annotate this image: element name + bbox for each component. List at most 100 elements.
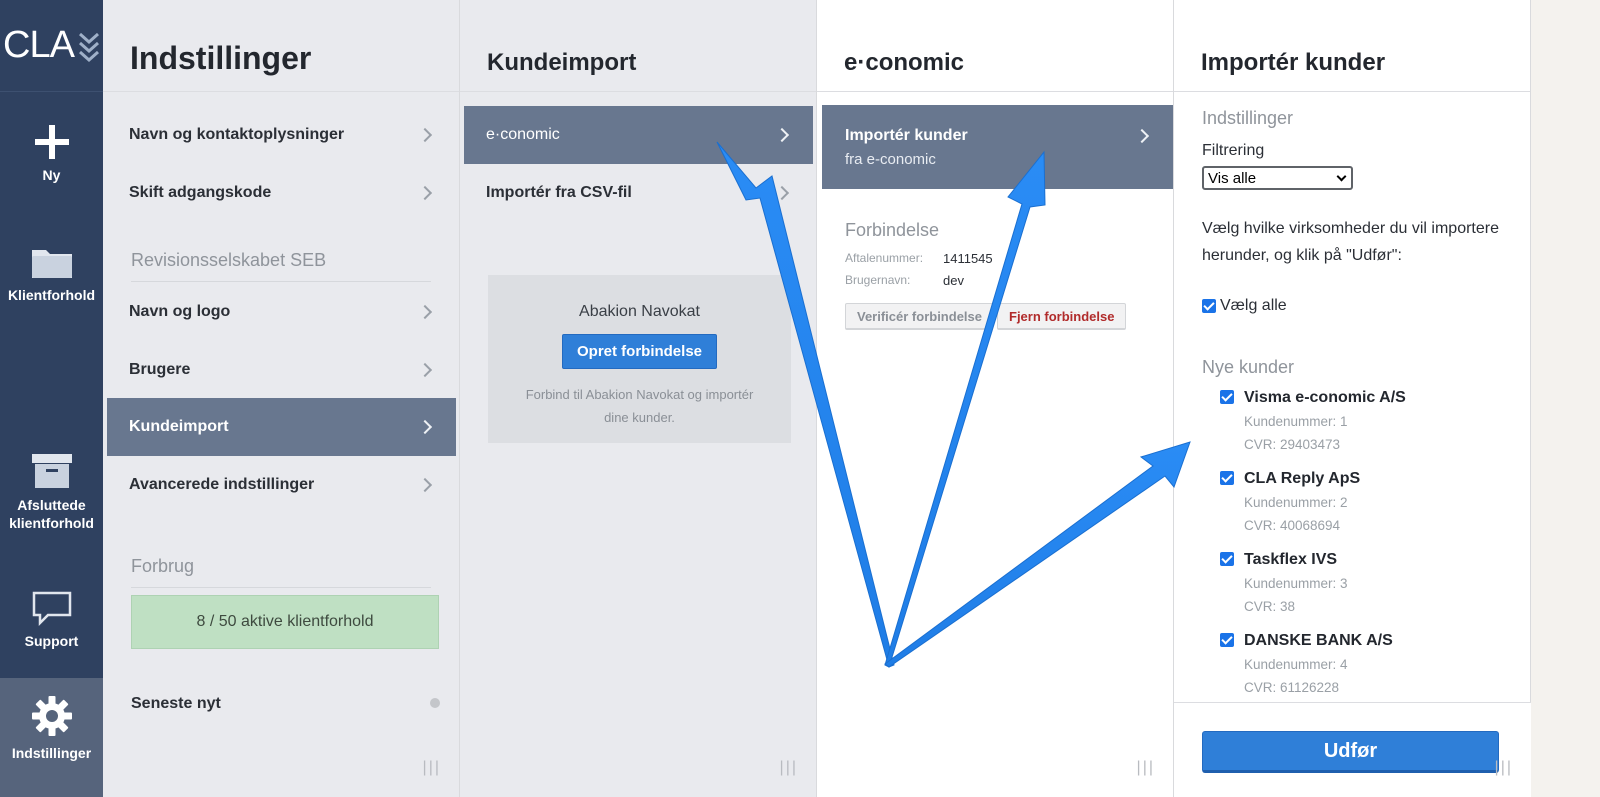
menu-label: e·conomic [486,126,560,143]
menu-label: Navn og logo [129,303,231,320]
import-footer: Udfør ||| [1174,702,1531,797]
settings-item-name-logo[interactable]: Navn og logo [107,283,456,341]
customer-cvr: CVR: 29403473 [1244,437,1341,452]
customer-checkbox[interactable] [1220,552,1234,566]
select-all-checkbox[interactable] [1202,299,1216,313]
customer-cvr: CVR: 61126228 [1244,680,1340,695]
rail-item-new[interactable]: Ny [0,124,103,184]
settings-item-password[interactable]: Skift adgangskode [107,164,456,222]
plus-icon [34,125,69,159]
select-all-label: Vælg alle [1220,297,1287,314]
navokat-title: Abakion Navokat [579,303,700,320]
customer-item: Visma e-conomic A/S Kundenummer: 1 CVR: … [1244,389,1406,453]
settings-column: Indstillinger Navn og kontaktoplysninger… [103,0,460,797]
rail-label-clients: Klientforhold [7,287,96,303]
chevron-right-icon [417,477,433,493]
rail-label-support: Support [24,633,79,649]
latest-news-link[interactable]: Seneste nyt [131,695,221,713]
import-title: Kundeimport [460,0,816,92]
filter-select[interactable]: Vis alle [1202,166,1353,190]
menu-label: Kundeimport [129,418,229,435]
import-customers-scroll-area[interactable]: Indstillinger Filtrering Vis alle Vælg h… [1174,92,1531,702]
customer-checkbox[interactable] [1220,390,1234,404]
chevron-down-icon [1336,171,1347,182]
customer-number: Kundenummer: 3 [1244,576,1348,591]
import-item-csv[interactable]: Importér fra CSV-fil [464,164,813,222]
new-customers-section-label: Nye kunder [1202,357,1295,377]
agreement-row: Aftalenummer: 1411545 [845,251,993,266]
gear-icon [31,696,72,736]
import-customers-item[interactable]: Importér kunder fra e-conomic [822,105,1173,189]
settings-item-advanced[interactable]: Avancerede indstillinger [107,456,456,514]
resize-grip-icon[interactable]: ||| [780,759,798,777]
rail-label-new: Ny [42,167,61,183]
logo-text: CLA [3,24,75,66]
customer-cvr: CVR: 38 [1244,599,1296,614]
chevron-right-icon [417,419,433,435]
chevron-right-icon [774,127,790,143]
import-item-economic[interactable]: e·conomic [464,106,813,164]
import-instructions: Vælg hvilke virksomheder du vil importer… [1202,220,1499,264]
filter-value: Vis alle [1208,170,1257,187]
agreement-label: Aftalenummer: [845,251,924,265]
import-column: Kundeimport e·conomic Importér fra CSV-f… [460,0,817,797]
menu-label: Skift adgangskode [129,184,272,201]
chevron-right-icon [774,185,790,201]
remove-connection-button[interactable]: Fjern forbindelse [997,303,1127,330]
rail-item-clients[interactable]: Klientforhold [0,244,103,304]
rail-label-settings: Indstillinger [11,745,92,761]
menu-label: Importér fra CSV-fil [486,184,632,201]
rail-label-closed-clients: Afsluttede klientforhold [9,497,94,531]
navokat-card: Abakion Navokat Opret forbindelse Forbin… [488,275,791,443]
settings-title: Indstillinger [103,0,459,92]
navokat-description: Forbind til Abakion Navokat og importér … [525,387,754,425]
verify-connection-button[interactable]: Verificér forbindelse [845,303,993,330]
customer-number: Kundenummer: 1 [1244,414,1348,429]
import-customers-title: Importér kunder [1174,0,1530,92]
connection-section-label: Forbindelse [845,220,940,240]
usage-indicator: 8 / 50 aktive klientforhold [131,595,439,649]
item-line2: fra e-conomic [845,151,936,168]
chat-bubble-icon [32,591,71,626]
chevron-right-icon [417,185,433,201]
settings-item-users[interactable]: Brugere [107,341,456,399]
customer-checkbox[interactable] [1220,471,1234,485]
chevron-right-icon [417,127,433,143]
rail-item-support[interactable]: Support [0,590,103,650]
rail-item-settings[interactable]: Indstillinger [0,678,103,797]
settings-section-label: Indstillinger [1202,108,1294,128]
customer-number: Kundenummer: 2 [1244,495,1348,510]
settings-item-customer-import[interactable]: Kundeimport [107,398,456,456]
resize-grip-icon[interactable]: ||| [423,759,441,777]
username-value: dev [943,273,964,288]
menu-label: Navn og kontaktoplysninger [129,126,345,143]
customer-item: CLA Reply ApS Kundenummer: 2 CVR: 400686… [1244,470,1360,534]
menu-label: Brugere [129,361,191,378]
nav-rail: CLA Ny Klientforhold Afsluttede klientfo… [0,0,103,797]
customer-checkbox[interactable] [1220,633,1234,647]
archive-box-icon [31,454,72,488]
news-status-dot [430,698,440,708]
resize-grip-icon[interactable]: ||| [1137,759,1155,777]
customer-name: Visma e-conomic A/S [1244,389,1406,406]
rail-item-closed-clients[interactable]: Afsluttede klientforhold [0,452,103,532]
filter-label: Filtrering [1202,142,1265,159]
menu-label: Avancerede indstillinger [129,476,315,493]
create-connection-button[interactable]: Opret forbindelse [561,334,718,369]
logo-chevrons-icon [78,32,99,62]
customer-name: Taskflex IVS [1244,551,1338,568]
customer-number: Kundenummer: 4 [1244,657,1348,672]
app-logo[interactable]: CLA [0,0,103,92]
resize-grip-icon[interactable]: ||| [1495,759,1513,777]
import-customers-column: Importér kunder Indstillinger Filtrering… [1174,0,1531,797]
customer-item: DANSKE BANK A/S Kundenummer: 4 CVR: 6112… [1244,632,1393,696]
submit-button[interactable]: Udfør [1202,731,1499,773]
chevron-right-icon [417,304,433,320]
economic-title: e·conomic [817,0,1173,92]
chevron-right-icon [417,362,433,378]
customer-name: DANSKE BANK A/S [1244,632,1393,649]
customer-item: Taskflex IVS Kundenummer: 3 CVR: 38 [1244,551,1348,615]
economic-column: e·conomic Importér kunder fra e-conomic … [817,0,1174,797]
settings-item-contact[interactable]: Navn og kontaktoplysninger [107,106,456,164]
customer-cvr: CVR: 40068694 [1244,518,1341,533]
